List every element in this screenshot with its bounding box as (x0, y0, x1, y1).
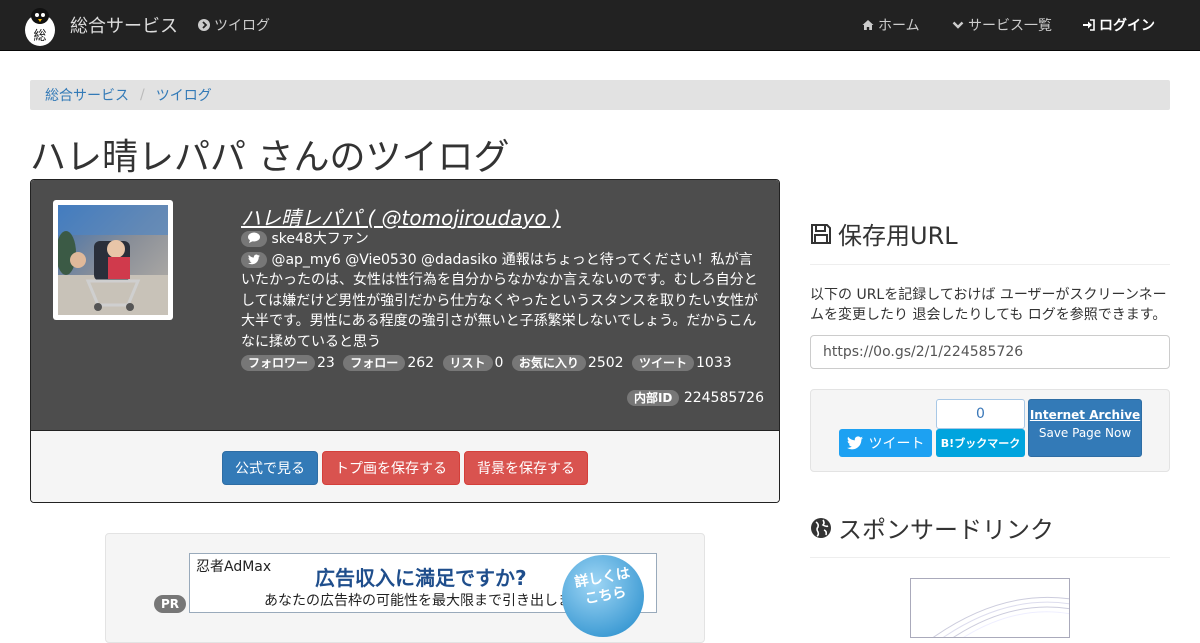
save-url-heading: 保存用URL (810, 216, 958, 251)
page-title: ハレ晴レパパ さんのツイログ (30, 137, 510, 178)
internal-id: 内部ID 224585726 (626, 390, 764, 406)
sponsor-graphic (933, 596, 1069, 637)
svg-text:総: 総 (33, 29, 46, 44)
ad-brand: 忍者AdMax (196, 559, 272, 575)
stat-following-label: フォロー (343, 355, 406, 371)
ad-box: PR 忍者AdMax 広告収入に満足ですか? あなたの広告枠の可能性を最大限まで… (105, 533, 705, 643)
breadcrumb: 総合サービス / ツイログ (30, 80, 1170, 110)
save-icon-button[interactable]: トプ画を保存する (322, 451, 460, 485)
bio-text: ske48大ファン (271, 231, 369, 247)
profile-panel: ハレ晴レパパ ( @tomojiroudayo ) ske48大ファン @ap_… (30, 179, 780, 503)
comment-icon (241, 231, 267, 247)
sign-in-icon (1083, 19, 1095, 31)
ia-title: Internet Archive (1029, 408, 1141, 422)
stat-lists-label: リスト (442, 355, 493, 371)
profile-details: ske48大ファン @ap_my6 @Vie0530 @dadasiko 通報は… (241, 229, 766, 374)
profile-header: ハレ晴レパパ ( @tomojiroudayo ) ske48大ファン @ap_… (31, 180, 779, 430)
nav-home[interactable]: ホーム (862, 0, 920, 50)
stat-tweets-value: 1033 (696, 355, 732, 371)
share-panel: ツイート 0 B!ブックマーク Internet Archive Save Pa… (810, 389, 1170, 472)
nav-login[interactable]: ログイン (1083, 0, 1155, 50)
breadcrumb-current[interactable]: ツイログ (156, 85, 212, 105)
stat-favorites-label: お気に入り (511, 355, 586, 371)
tweet-text: @ap_my6 @Vie0530 @dadasiko 通報はちょっと待ってくださ… (241, 251, 759, 350)
profile-name-link[interactable]: ハレ晴レパパ ( @tomojiroudayo ) (241, 202, 561, 231)
avatar[interactable] (53, 200, 173, 320)
globe-icon (811, 517, 831, 538)
internal-id-label: 内部ID (626, 390, 680, 406)
ad-cta-circle: 詳しくはこちら (562, 555, 644, 637)
tweet-button[interactable]: ツイート (839, 429, 932, 457)
nav-tweetlog[interactable]: ツイログ (198, 0, 270, 50)
ad-banner[interactable]: 忍者AdMax 広告収入に満足ですか? あなたの広告枠の可能性を最大限まで引き出… (189, 553, 657, 637)
stat-lists-value: 0 (494, 355, 504, 371)
floppy-disk-icon (811, 223, 831, 244)
stat-following-value: 262 (407, 355, 435, 371)
ad-cta-text: 詳しくはこちら (573, 565, 632, 608)
twitter-bird-icon (241, 251, 267, 268)
pr-badge: PR (154, 595, 187, 613)
internal-id-value: 224585726 (683, 390, 764, 406)
save-background-button[interactable]: 背景を保存する (464, 451, 588, 485)
stat-followers-label: フォロワー (241, 355, 316, 371)
stat-favorites-value: 2502 (587, 355, 624, 371)
home-icon (862, 20, 874, 30)
ad-subtext: あなたの広告枠の可能性を最大限まで引き出します (264, 593, 586, 609)
stats-row: フォロワー 23 フォロー 262 リスト 0 お気に入り 2502 ツイート 1033 (241, 353, 766, 374)
bio-line: ske48大ファン (241, 229, 766, 250)
internet-archive-button[interactable]: Internet Archive Save Page Now (1028, 399, 1142, 457)
hatena-count: 0 (936, 399, 1025, 429)
view-official-button[interactable]: 公式で見る (222, 451, 318, 485)
ad-headline: 広告収入に満足ですか? (315, 566, 527, 590)
sponsor-banner[interactable] (910, 578, 1070, 638)
divider (810, 264, 1170, 265)
brand-link[interactable]: 総 総合サービス (20, 3, 178, 47)
nav-services[interactable]: サービス一覧 (952, 0, 1052, 50)
save-url-input[interactable] (810, 335, 1170, 369)
hatena-bookmark-button[interactable]: B!ブックマーク (936, 429, 1025, 457)
latest-tweet: @ap_my6 @Vie0530 @dadasiko 通報はちょっと待ってくださ… (241, 250, 766, 353)
save-url-description: 以下の URLを記録しておけば ユーザーがスクリーンネームを変更したり 退会した… (810, 287, 1167, 323)
breadcrumb-root[interactable]: 総合サービス (45, 85, 129, 105)
profile-actions: 公式で見る トプ画を保存する 背景を保存する (31, 430, 779, 502)
navbar: 総 総合サービス ツイログ ホーム サービス一覧 ログイン (0, 0, 1200, 51)
brand-text: 総合サービス (70, 16, 178, 37)
chevron-circle-icon (198, 19, 210, 31)
twitter-bird-icon (846, 436, 863, 450)
divider (810, 557, 1170, 558)
avatar-photo (58, 205, 168, 315)
stat-followers-value: 23 (317, 355, 335, 371)
chevron-down-icon (952, 21, 964, 29)
sponsor-heading: スポンサードリンク (810, 510, 1054, 545)
breadcrumb-separator: / (140, 87, 145, 103)
stat-tweets-label: ツイート (632, 355, 695, 371)
penguin-logo-icon: 総 (25, 8, 55, 46)
ia-subtitle: Save Page Now (1038, 426, 1132, 440)
